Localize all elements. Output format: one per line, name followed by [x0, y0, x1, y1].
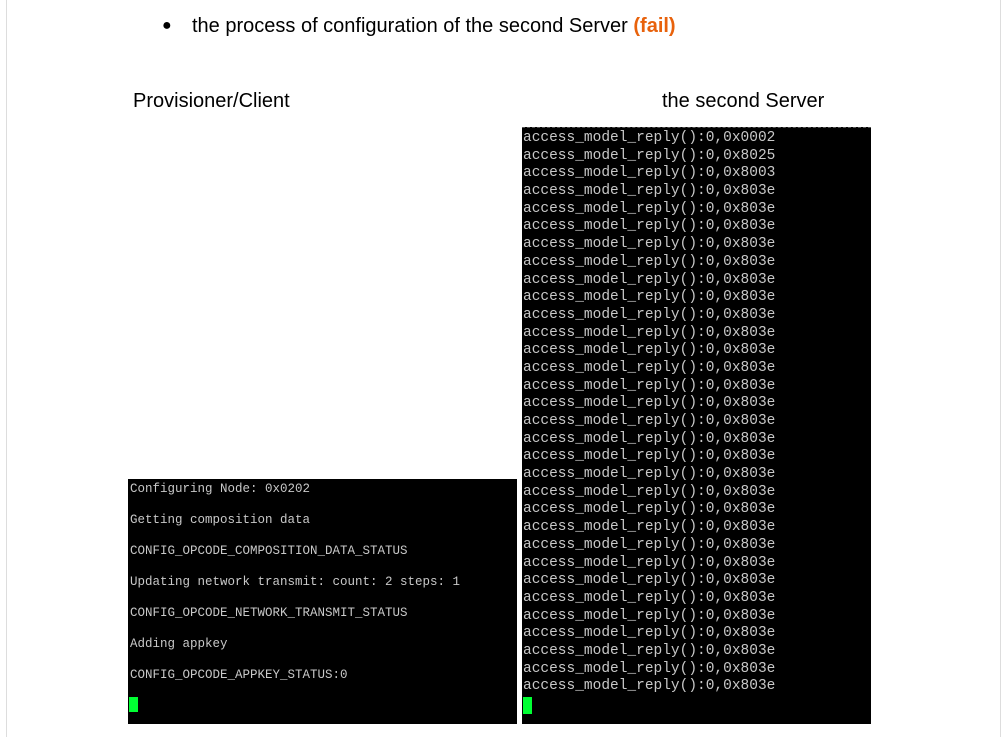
terminal-line: access_model_reply():0,0x803e [523, 324, 776, 341]
terminal-line: access_model_reply():0,0x803e [523, 589, 776, 606]
terminal-line: CONFIG_OPCODE_COMPOSITION_DATA_STATUS [130, 544, 408, 558]
terminal-line: Configuring Node: 0x0202 [130, 482, 311, 496]
terminal-line: access_model_reply():0,0x803e [523, 342, 776, 359]
terminal-line: CONFIG_OPCODE_NETWORK_TRANSMIT_STATUS [130, 606, 408, 620]
terminal-line: Adding appkey [130, 637, 228, 651]
terminal-cursor [523, 697, 532, 714]
bullet-item: ● the process of configuration of the sec… [162, 15, 676, 38]
terminal-line: access_model_reply():0,0x8003 [523, 165, 776, 182]
terminal-line: access_model_reply():0,0x803e [523, 660, 776, 677]
fail-status-label: (fail) [633, 15, 676, 37]
terminal-line: Updating network transmit: count: 2 step… [130, 575, 461, 589]
terminal-line: access_model_reply():0,0x803e [523, 377, 776, 394]
terminal-line: access_model_reply():0,0x803e [523, 536, 776, 553]
terminal-line: access_model_reply():0,0x8025 [523, 147, 776, 164]
bullet-text: the process of configuration of the seco… [192, 15, 628, 37]
terminal-line: access_model_reply():0,0x803e [523, 183, 776, 200]
terminal-line: access_model_reply():0,0x803e [523, 413, 776, 429]
terminal-line: access_model_reply():0,0x803e [523, 625, 776, 642]
terminal-line: access_model_reply():0,0x803e [523, 271, 776, 288]
terminal-line: access_model_reply():0,0x803e [523, 236, 776, 253]
terminal-line: access_model_reply():0,0x803e [523, 200, 776, 217]
provisioner-heading: Provisioner/Client [133, 90, 290, 112]
terminal-line: access_model_reply():0,0x803e [523, 642, 776, 659]
terminal-line: access_model_reply():0,0x803e [523, 607, 776, 624]
terminal-line: access_model_reply():0,0x803e [523, 289, 776, 306]
terminal-line: access_model_reply():0,0x803e [523, 395, 776, 412]
terminal-line: access_model_reply():0,0x0002 [523, 130, 776, 146]
terminal-line: access_model_reply():0,0x803e [523, 306, 776, 323]
terminal-line: access_model_reply():0,0x803e [523, 572, 776, 589]
terminal-line: access_model_reply():0,0x803e [523, 448, 776, 465]
terminal-line: CONFIG_OPCODE_APPKEY_STATUS:0 [130, 668, 348, 682]
terminal-line: access_model_reply():0,0x803e [523, 218, 776, 235]
server-terminal: access_model_reply():0,0x0002 access_mode… [522, 127, 871, 724]
terminal-line: Getting composition data [130, 513, 311, 527]
terminal-cursor [129, 697, 138, 712]
bullet-icon: ● [162, 17, 172, 34]
terminal-line: access_model_reply():0,0x803e [523, 501, 776, 518]
terminal-line: access_model_reply():0,0x803e [523, 359, 776, 376]
terminal-line: access_model_reply():0,0x803e [523, 253, 776, 270]
server-heading: the second Server [662, 90, 825, 112]
terminal-line: access_model_reply():0,0x803e [523, 678, 776, 695]
terminal-line: access_model_reply():0,0x803e [523, 519, 776, 536]
terminal-line: access_model_reply():0,0x803e [523, 483, 776, 500]
terminal-line: access_model_reply():0,0x803e [523, 466, 776, 483]
terminal-line: access_model_reply():0,0x803e [523, 554, 776, 571]
provisioner-terminal: Configuring Node: 0x0202 Getting composi… [128, 479, 517, 724]
terminal-line: access_model_reply():0,0x803e [523, 430, 776, 447]
